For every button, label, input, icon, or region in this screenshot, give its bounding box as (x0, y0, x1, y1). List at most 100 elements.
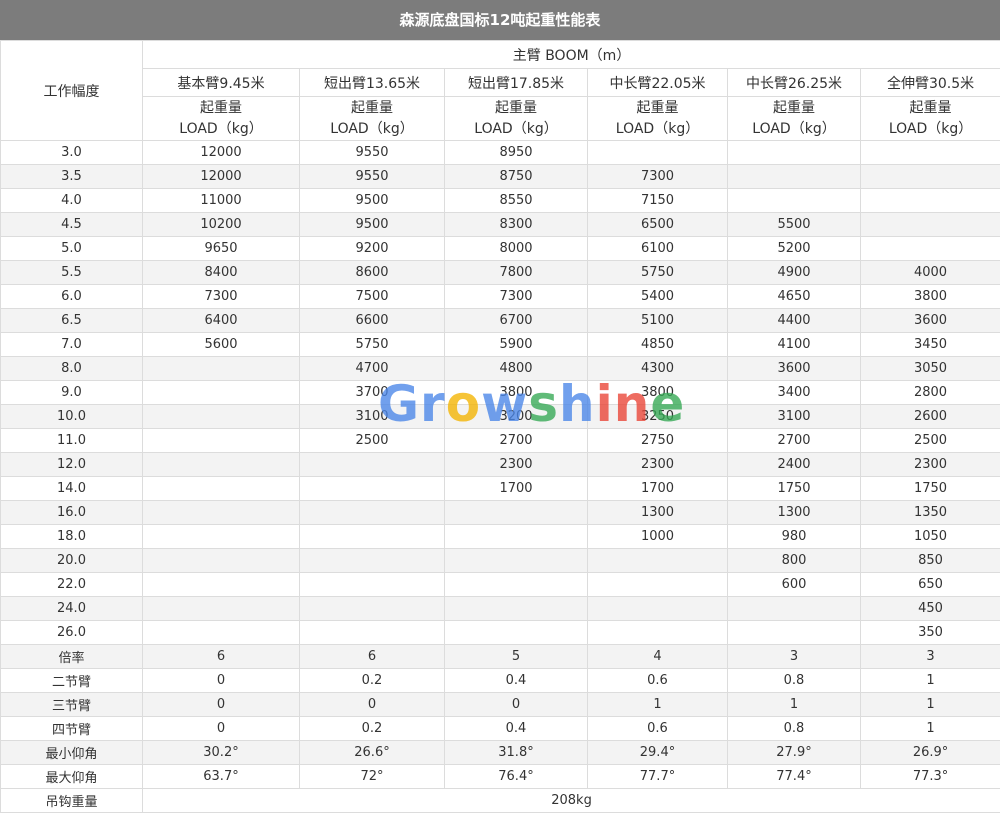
capacity-cell: 850 (859, 548, 1000, 573)
boom-column-header: 全伸臂30.5米 (859, 68, 1000, 97)
load-label-cell: 起重量 LOAD（kg） (142, 96, 300, 141)
capacity-cell: 3250 (587, 404, 728, 429)
capacity-cell: 1 (587, 692, 728, 717)
row-label: 6.0 (0, 284, 143, 309)
load-label-cn: 起重量 (773, 99, 815, 116)
row-label: 6.5 (0, 308, 143, 333)
load-label-en: LOAD（kg） (615, 120, 700, 137)
capacity-cell: 0.8 (727, 668, 861, 693)
capacity-cell (859, 188, 1000, 213)
capacity-row: 11.0 2500 2700 2750 2700 2500 (0, 428, 1000, 453)
capacity-cell (587, 572, 728, 597)
capacity-cell: 1700 (444, 476, 588, 501)
row-label: 倍率 (0, 644, 143, 669)
capacity-cell: 27.9° (727, 740, 861, 765)
row-label: 7.0 (0, 332, 143, 357)
load-label-cn: 起重量 (909, 99, 952, 116)
capacity-cell: 800 (727, 548, 861, 573)
capacity-cell: 3600 (727, 356, 861, 381)
capacity-cell (727, 140, 861, 165)
capacity-cell: 7150 (587, 188, 728, 213)
capacity-cell: 26.6° (299, 740, 445, 765)
row-label: 4.5 (0, 212, 143, 237)
capacity-cell: 8750 (444, 164, 588, 189)
capacity-cell: 6 (142, 644, 300, 669)
capacity-cell: 2700 (444, 428, 588, 453)
capacity-cell: 1 (859, 716, 1000, 741)
capacity-row: 18.0 1000 980 1050 (0, 524, 1000, 549)
capacity-cell: 0 (142, 692, 300, 717)
capacity-cell: 1050 (859, 524, 1000, 549)
capacity-cell (727, 620, 861, 645)
capacity-cell: 2600 (859, 404, 1000, 429)
capacity-cell: 3100 (727, 404, 861, 429)
capacity-cell: 8000 (444, 236, 588, 261)
capacity-row: 22.0 600 650 (0, 572, 1000, 597)
hook-weight-value: 208kg (141, 788, 1000, 813)
capacity-cell: 1300 (727, 500, 861, 525)
capacity-row: 5.0 9650 9200 8000 6100 5200 (0, 236, 1000, 261)
capacity-cell: 2750 (587, 428, 728, 453)
row-label: 5.0 (0, 236, 143, 261)
capacity-cell (142, 380, 300, 405)
capacity-cell: 0 (142, 668, 300, 693)
capacity-row: 9.0 3700 3800 3800 3400 2800 (0, 380, 1000, 405)
load-label-en: LOAD（kg） (888, 120, 973, 137)
spec-row: 二节臂 0 0.2 0.4 0.6 0.8 1 (0, 668, 1000, 693)
capacity-cell: 1300 (587, 500, 728, 525)
capacity-cell: 8300 (444, 212, 588, 237)
capacity-cell: 0.6 (587, 716, 728, 741)
capacity-cell: 2300 (444, 452, 588, 477)
capacity-row: 14.0 1700 1700 1750 1750 (0, 476, 1000, 501)
capacity-row: 12.0 2300 2300 2400 2300 (0, 452, 1000, 477)
capacity-cell (859, 164, 1000, 189)
capacity-cell: 4850 (587, 332, 728, 357)
capacity-cell: 650 (859, 572, 1000, 597)
capacity-row: 7.0 5600 5750 5900 4850 4100 3450 (0, 332, 1000, 357)
capacity-cell (444, 500, 588, 525)
capacity-cell: 5 (444, 644, 588, 669)
capacity-cell: 3700 (299, 380, 445, 405)
row-label: 14.0 (0, 476, 143, 501)
row-label: 24.0 (0, 596, 143, 621)
capacity-cell: 77.4° (727, 764, 861, 789)
capacity-cell: 4650 (727, 284, 861, 309)
capacity-cell: 0.2 (299, 716, 445, 741)
row-label: 9.0 (0, 380, 143, 405)
capacity-row: 3.5 12000 9550 8750 7300 (0, 164, 1000, 189)
row-label: 8.0 (0, 356, 143, 381)
row-label: 5.5 (0, 260, 143, 285)
capacity-cell: 76.4° (444, 764, 588, 789)
capacity-cell: 4000 (859, 260, 1000, 285)
capacity-cell: 1700 (587, 476, 728, 501)
row-label: 11.0 (0, 428, 143, 453)
row-label: 20.0 (0, 548, 143, 573)
capacity-cell: 29.4° (587, 740, 728, 765)
capacity-cell: 5600 (142, 332, 300, 357)
capacity-cell: 0.2 (299, 668, 445, 693)
capacity-cell: 1 (727, 692, 861, 717)
capacity-cell (444, 548, 588, 573)
capacity-cell: 63.7° (142, 764, 300, 789)
capacity-cell: 8550 (444, 188, 588, 213)
capacity-cell: 5500 (727, 212, 861, 237)
capacity-cell (444, 620, 588, 645)
capacity-cell: 12000 (142, 140, 300, 165)
capacity-cell: 4 (587, 644, 728, 669)
capacity-cell: 8950 (444, 140, 588, 165)
capacity-cell: 3400 (727, 380, 861, 405)
capacity-cell: 3450 (859, 332, 1000, 357)
capacity-cell: 5200 (727, 236, 861, 261)
row-label: 3.0 (0, 140, 143, 165)
capacity-cell: 4800 (444, 356, 588, 381)
capacity-cell: 4400 (727, 308, 861, 333)
capacity-cell (444, 572, 588, 597)
capacity-cell: 6 (299, 644, 445, 669)
capacity-cell (299, 500, 445, 525)
boom-columns-row: 基本臂9.45米 短出臂13.65米 短出臂17.85米 中长臂22.05米 中… (1, 68, 1000, 97)
capacity-cell: 6500 (587, 212, 728, 237)
row-label: 最小仰角 (0, 740, 143, 765)
capacity-cell: 7300 (587, 164, 728, 189)
capacity-cell (299, 596, 445, 621)
capacity-cell (859, 236, 1000, 261)
